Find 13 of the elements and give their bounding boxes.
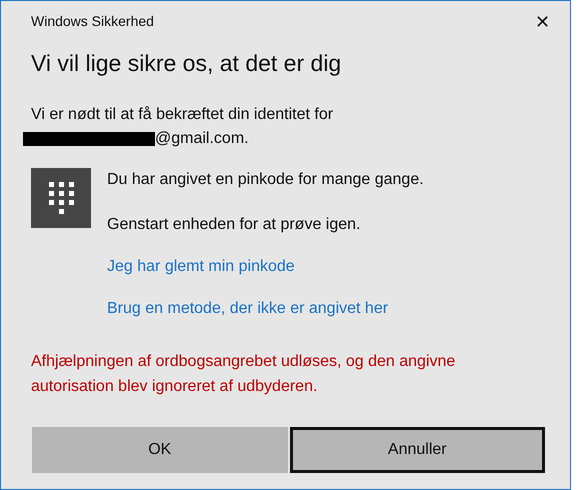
email-text: @gmail.com. (155, 128, 249, 148)
keypad-icon (31, 168, 91, 228)
message-text: Genstart enheden for at prøve igen. (107, 214, 362, 234)
link[interactable]: Jeg har glemt min pinkode (107, 254, 424, 278)
dialog-button[interactable]: Annuller (290, 426, 545, 472)
link[interactable]: Brug en metode, der ikke er angivet her (107, 296, 424, 320)
intro-text: Vi er nødt til at få bekræftet din identitet for (31, 104, 334, 124)
close-button[interactable]: ✕ (535, 12, 550, 30)
dialog-button[interactable]: OK (32, 426, 288, 472)
error-text: Afhjælpningen af ordbogsangrebet udløses, og den angivne autorisation blev ignoreret af udbyderen. (30, 352, 456, 396)
message-text: Du har angivet en pinkode for mange gange. (107, 170, 424, 190)
dialog-heading: Vi vil lige sikre os, at det er dig (30, 49, 342, 78)
window-title: Windows Sikkerhed (31, 12, 154, 31)
